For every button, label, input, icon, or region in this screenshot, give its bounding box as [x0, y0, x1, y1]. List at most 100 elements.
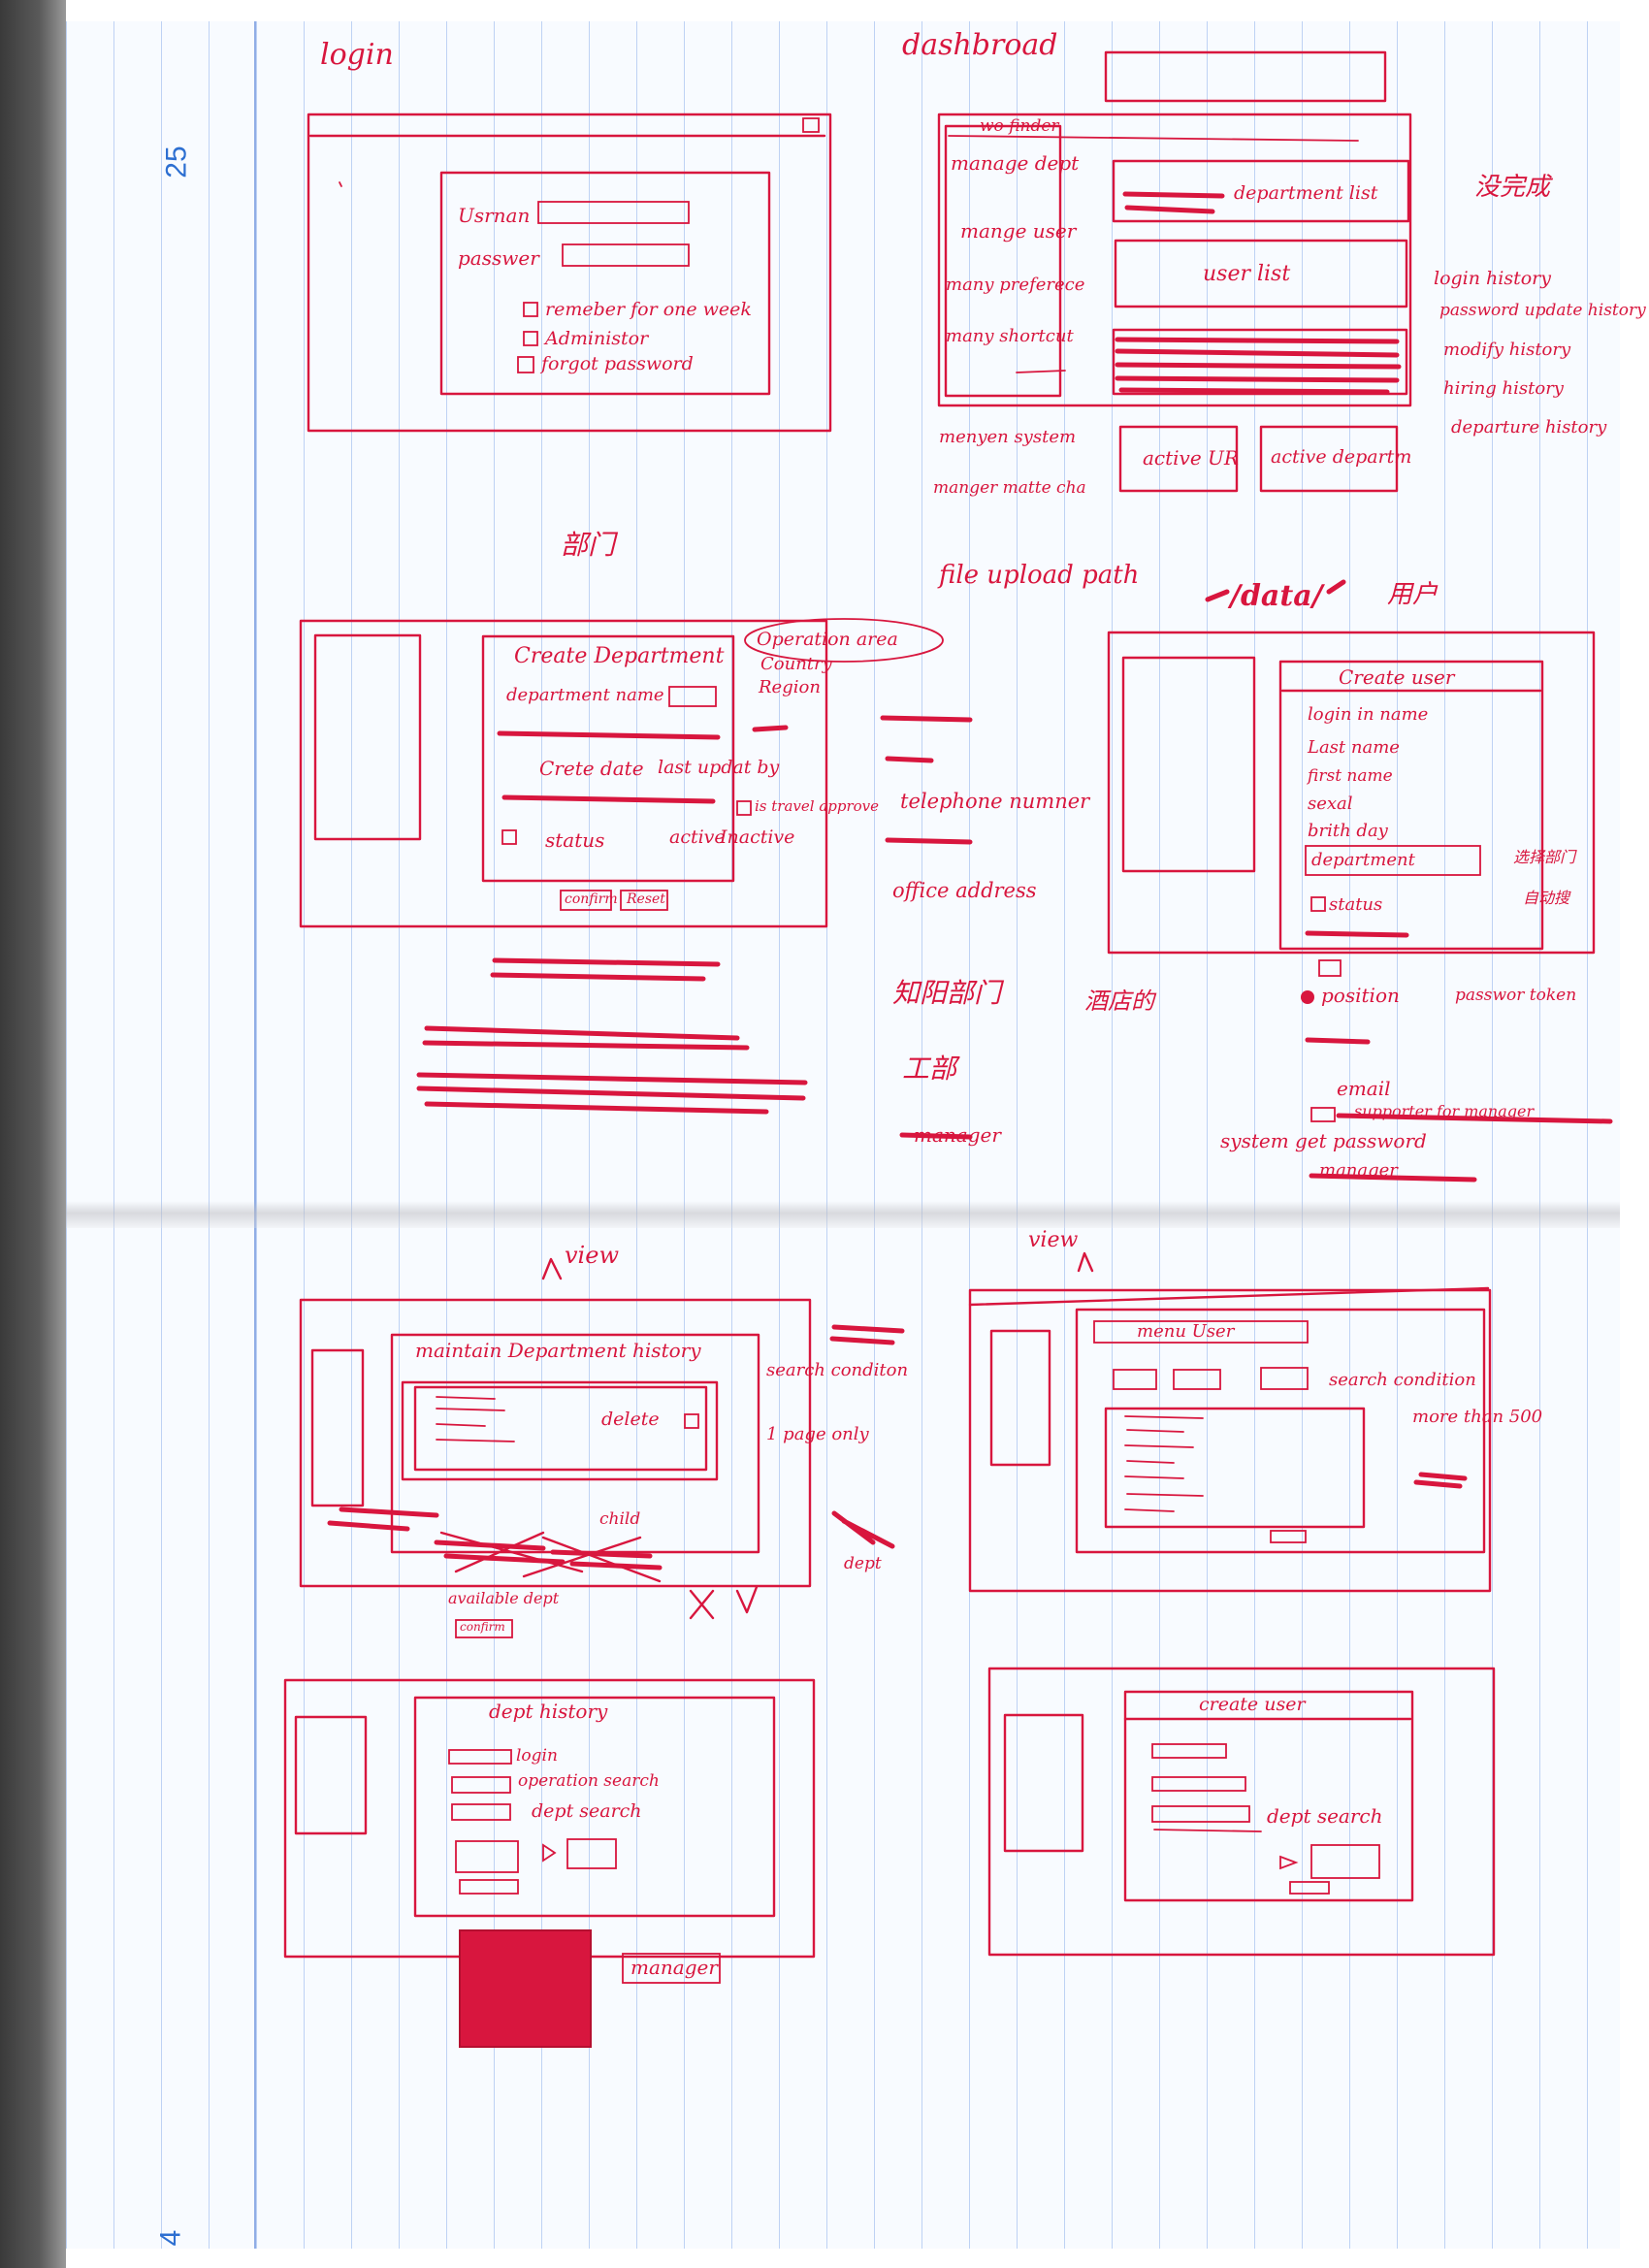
create-user-password-token: passwor token: [1455, 986, 1577, 1005]
username-field: [537, 201, 690, 224]
create-dept-country: Country: [760, 654, 832, 674]
maintain-available-dept: available dept: [448, 1589, 560, 1607]
dashboard-history-login: login history: [1434, 268, 1551, 289]
position-radio: [1301, 990, 1314, 1004]
dashboard-manage-preference: many preferece: [946, 275, 1085, 295]
dashboard-history-departure: departure history: [1451, 417, 1607, 437]
dashboard-manage-system: menyen system: [939, 427, 1077, 447]
dashboard-dept-list: department list: [1234, 182, 1378, 204]
create-dept-title: Create Department: [514, 644, 725, 668]
filter-box-2: [1173, 1369, 1221, 1390]
login-forgot-label: forgot password: [541, 353, 694, 374]
maintain-confirm: confirm: [460, 1620, 505, 1634]
login-admin-label: Administor: [545, 328, 649, 349]
create-user-manager: manager: [1319, 1160, 1398, 1181]
create-dept-travel-label: is travel approve: [755, 797, 880, 815]
create-user-email: email: [1337, 1077, 1391, 1100]
dashboard-manage-dept: manage dept: [951, 151, 1080, 175]
cu2-title: create user: [1199, 1694, 1306, 1715]
create-user-system-get-password: system get password: [1220, 1129, 1427, 1152]
userview-button: [1270, 1530, 1307, 1543]
create-dept-updated-label: last updat by: [658, 757, 780, 778]
create-user-data-path: /data/: [1230, 579, 1323, 613]
dept-search-box: [451, 1803, 511, 1821]
create-user-heading-cn: 用户: [1387, 580, 1439, 609]
dept-name-field: [668, 686, 717, 707]
remember-checkbox: [523, 302, 538, 317]
dashboard-active-dept: active departm: [1271, 446, 1412, 468]
login-window: [307, 113, 832, 433]
delete-checkbox: [684, 1413, 699, 1429]
maintain-panel: [390, 1333, 760, 1554]
dashboard-active-user: active UR: [1143, 446, 1239, 470]
create-user-last-name: Last name: [1308, 737, 1400, 758]
user-photo-box: [1121, 656, 1256, 873]
userview-search-condition: search condition: [1329, 1370, 1476, 1390]
history-manager: manager: [630, 1956, 718, 1979]
dashboard-manage-matching: manger matte cha: [933, 478, 1086, 498]
history-dept-search: dept search: [532, 1800, 642, 1822]
dashboard-header-bar: [1104, 50, 1387, 103]
dept-history-sketch: [283, 1678, 816, 2048]
dashboard-history-modify: modify history: [1443, 340, 1571, 360]
dashboard-manage-shortcut: many shortcut: [946, 326, 1074, 346]
create-user-cn-search: 自动搜: [1523, 889, 1570, 907]
cu2-panel: [1123, 1690, 1414, 1902]
dashboard-history-password: password update history: [1439, 301, 1646, 320]
password-field: [562, 243, 690, 267]
operation-search-box: [451, 1776, 511, 1794]
forgot-checkbox: [517, 356, 534, 373]
userview-sidebar: [989, 1329, 1051, 1467]
userview-label: view: [1028, 1228, 1079, 1252]
create-user-login-name: login in name: [1308, 704, 1429, 725]
maintain-search-condition: search conditon: [766, 1360, 909, 1380]
history-login: login: [516, 1746, 558, 1766]
dept-sidebar: [313, 633, 422, 841]
history-title: dept history: [489, 1700, 608, 1723]
create-dept-cn-3: 酒店的: [1084, 988, 1154, 1015]
close-icon: [802, 117, 820, 133]
history-operation-search: operation search: [518, 1771, 660, 1791]
history-sidebar: [294, 1715, 368, 1835]
userview-results: [1104, 1407, 1366, 1529]
create-dept-manager: manager: [914, 1123, 1001, 1147]
filter-box-1: [1113, 1369, 1157, 1390]
maintain-view-sketch: [299, 1257, 905, 1638]
maintain-delete: delete: [601, 1409, 660, 1430]
create-dept-date-label: Crete date: [539, 757, 644, 780]
create-user-status: status: [1329, 894, 1383, 915]
login-username-label: Usrnan: [458, 204, 531, 227]
dashboard-manage-user: mange user: [960, 219, 1077, 243]
create-dept-active-label: active: [669, 826, 726, 848]
create-dept-region: Region: [759, 677, 821, 697]
create-dept-cn-2: 工部: [902, 1053, 957, 1085]
create-dept-confirm: confirm: [565, 891, 618, 907]
dashboard-history-hiring: hiring history: [1443, 378, 1564, 399]
dashboard-user-list: user list: [1203, 262, 1291, 286]
maintain-dept: dept: [844, 1554, 882, 1573]
create-user-position: position: [1321, 984, 1400, 1007]
maintain-sidebar: [310, 1348, 365, 1507]
create-user-supporter: supporter for manager: [1354, 1102, 1535, 1120]
create-dept-reset: Reset: [627, 891, 665, 907]
dashboard-tree-top: wo finder: [980, 116, 1059, 136]
create-dept-heading-cn: 部门: [561, 529, 616, 561]
dashboard-annotation-cn: 没完成: [1474, 173, 1551, 202]
login-remember-label: remeber for one week: [545, 299, 752, 320]
create-dept-status-label: status: [545, 828, 605, 852]
create-user-cn-dept: 选择部门: [1513, 848, 1576, 866]
userview-title: menu User: [1137, 1321, 1235, 1342]
history-box-right: [566, 1838, 617, 1869]
maintain-view-label: view: [565, 1242, 619, 1269]
create-user-department: department: [1311, 850, 1415, 870]
login-box: [448, 1749, 512, 1765]
cu2-box-right: [1310, 1844, 1380, 1879]
cu2-dept-search: dept search: [1267, 1804, 1383, 1828]
maintain-one-page: 1 page only: [766, 1424, 869, 1444]
filter-box-3: [1260, 1367, 1309, 1390]
login-title: login: [320, 38, 394, 72]
create-user-sex: sexal: [1308, 794, 1353, 814]
maintain-title: maintain Department history: [415, 1339, 701, 1362]
history-confirm-button: [459, 1879, 519, 1895]
create-dept-name-label: department name: [506, 685, 664, 705]
